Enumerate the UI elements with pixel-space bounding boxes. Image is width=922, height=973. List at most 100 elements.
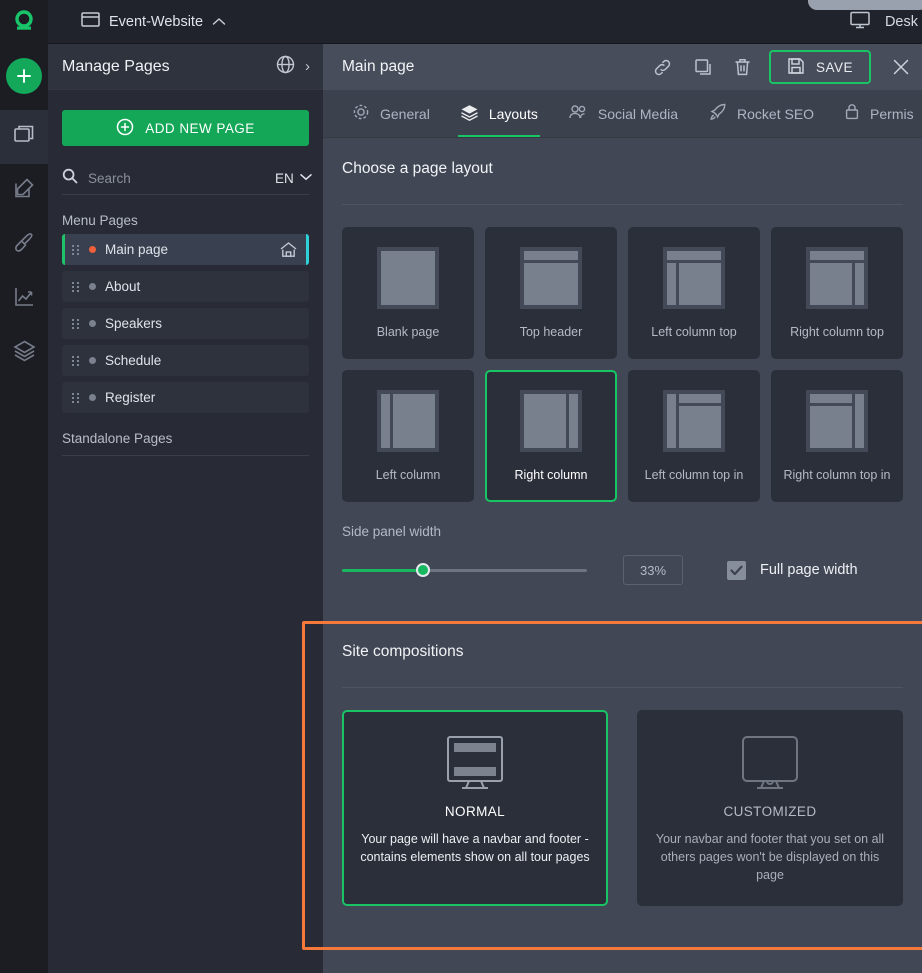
lock-icon [844, 103, 860, 124]
layout-card-right-column[interactable]: Right column [485, 370, 617, 502]
layout-thumb-left [377, 390, 439, 452]
sidebar-divider [62, 455, 309, 456]
layout-thumb-left-top [663, 247, 725, 309]
menu-pages-group-label: Menu Pages [62, 213, 138, 228]
device-label: Desk [884, 13, 918, 30]
page-row-schedule[interactable]: Schedule [62, 345, 309, 376]
standalone-pages-group-label: Standalone Pages [62, 431, 173, 446]
layout-label: Left column top [651, 325, 737, 339]
composition-card-customized[interactable]: CUSTOMIZED Your navbar and footer that y… [637, 710, 903, 907]
composition-card-normal[interactable]: NORMAL Your page will have a navbar and … [342, 710, 608, 907]
page-name: Register [105, 390, 156, 405]
site-selector[interactable]: Event-Website [81, 11, 226, 33]
top-bar-right: ⌃ Desk [808, 0, 922, 43]
tab-label: Rocket SEO [737, 105, 815, 122]
tab-layouts[interactable]: Layouts [445, 90, 553, 137]
app-root: Event-Website ⌃ Desk Manage Pages [0, 0, 922, 973]
globe-icon[interactable] [275, 54, 296, 80]
page-list: Main page About Speakers Schedule Regist… [62, 234, 309, 413]
layout-thumb-right-top [806, 247, 868, 309]
layouts-content: Choose a page layout Blank page Top head… [302, 138, 922, 950]
full-page-width-checkbox[interactable]: Full page width [727, 560, 858, 580]
layout-card-left-column-top[interactable]: Left column top [628, 227, 760, 359]
page-row-about[interactable]: About [62, 271, 309, 302]
drag-handle-icon[interactable] [72, 392, 80, 403]
save-label: SAVE [815, 59, 853, 75]
search-input[interactable] [88, 171, 265, 186]
side-panel-width-label: Side panel width [342, 524, 442, 539]
language-value: EN [275, 171, 294, 186]
device-preview-selector[interactable]: Desk [849, 10, 922, 34]
add-button[interactable] [6, 58, 42, 94]
page-row-register[interactable]: Register [62, 382, 309, 413]
slider-fill [342, 569, 423, 572]
page-row-speakers[interactable]: Speakers [62, 308, 309, 339]
pages-icon [12, 122, 37, 152]
layout-thumb-right [520, 390, 582, 452]
drag-handle-icon[interactable] [72, 281, 80, 292]
home-icon[interactable] [279, 241, 298, 258]
page-row-main-page[interactable]: Main page [62, 234, 309, 265]
monitor-with-bars-icon [360, 734, 590, 792]
tab-rocket-seo[interactable]: Rocket SEO [693, 90, 829, 137]
side-panel-width-slider[interactable] [342, 563, 587, 577]
composition-description: Your navbar and footer that you set on a… [655, 832, 885, 882]
page-name: Main page [105, 242, 169, 257]
site-compositions-section: Site compositions NORMAL Your page will … [302, 621, 922, 950]
tab-label: Permis [870, 105, 914, 122]
add-new-page-label: ADD NEW PAGE [145, 120, 255, 136]
save-button[interactable]: SAVE [768, 50, 871, 84]
drag-handle-icon[interactable] [72, 318, 80, 329]
rail-item-pages[interactable] [0, 110, 48, 164]
language-selector[interactable]: EN [275, 171, 312, 186]
side-panel-width-value[interactable]: 33% [623, 555, 683, 585]
status-dot [89, 320, 96, 327]
link-icon[interactable] [643, 44, 683, 90]
copy-icon[interactable] [683, 44, 723, 90]
plus-circle-icon [116, 118, 134, 139]
drag-handle-icon[interactable] [72, 355, 80, 366]
close-icon[interactable] [880, 44, 922, 90]
tab-social-media[interactable]: Social Media [553, 90, 693, 137]
drag-handle-icon[interactable] [72, 244, 80, 255]
tab-permissions[interactable]: Permis [829, 90, 922, 137]
page-name: About [105, 279, 141, 294]
layout-thumb-top [520, 247, 582, 309]
tab-general[interactable]: General [337, 90, 445, 137]
layout-card-top-header[interactable]: Top header [485, 227, 617, 359]
add-new-page-button[interactable]: ADD NEW PAGE [62, 110, 309, 146]
left-rail [0, 0, 48, 973]
status-dot [89, 394, 96, 401]
slider-knob[interactable] [415, 563, 430, 577]
app-logo[interactable] [0, 0, 48, 44]
people-icon [568, 103, 588, 124]
rail-item-layers[interactable] [0, 326, 48, 380]
brush-icon [12, 230, 37, 260]
chevron-right-icon[interactable]: › [305, 59, 310, 74]
corner-tab[interactable]: ⌃ [808, 0, 922, 10]
tab-label: General [380, 105, 430, 122]
layout-grid: Blank page Top header Left column top Ri… [342, 227, 903, 502]
tab-label: Social Media [597, 105, 679, 122]
page-name: Schedule [105, 353, 162, 368]
composition-description: Your page will have a navbar and footer … [360, 832, 590, 864]
side-panel-width-row: 33% Full page width [342, 555, 903, 585]
rail-item-edit[interactable] [0, 164, 48, 218]
rail-item-analytics[interactable] [0, 272, 48, 326]
top-bar: Event-Website ⌃ Desk [48, 0, 922, 44]
section-divider [342, 204, 903, 205]
main-panel: Main page SAVE General Layouts Social Me… [302, 44, 922, 973]
layout-card-left-column[interactable]: Left column [342, 370, 474, 502]
main-panel-header: Main page SAVE [323, 44, 922, 90]
page-name: Speakers [105, 316, 163, 331]
layout-label: Left column top in [644, 468, 744, 482]
window-icon [81, 11, 100, 33]
trash-icon[interactable] [723, 44, 763, 90]
layout-card-left-column-top-in[interactable]: Left column top in [628, 370, 760, 502]
layout-card-blank-page[interactable]: Blank page [342, 227, 474, 359]
layout-thumb-left-top-in [663, 390, 725, 452]
layout-card-right-column-top-in[interactable]: Right column top in [771, 370, 903, 502]
analytics-icon [12, 284, 37, 314]
rail-item-brush[interactable] [0, 218, 48, 272]
layout-card-right-column-top[interactable]: Right column top [771, 227, 903, 359]
